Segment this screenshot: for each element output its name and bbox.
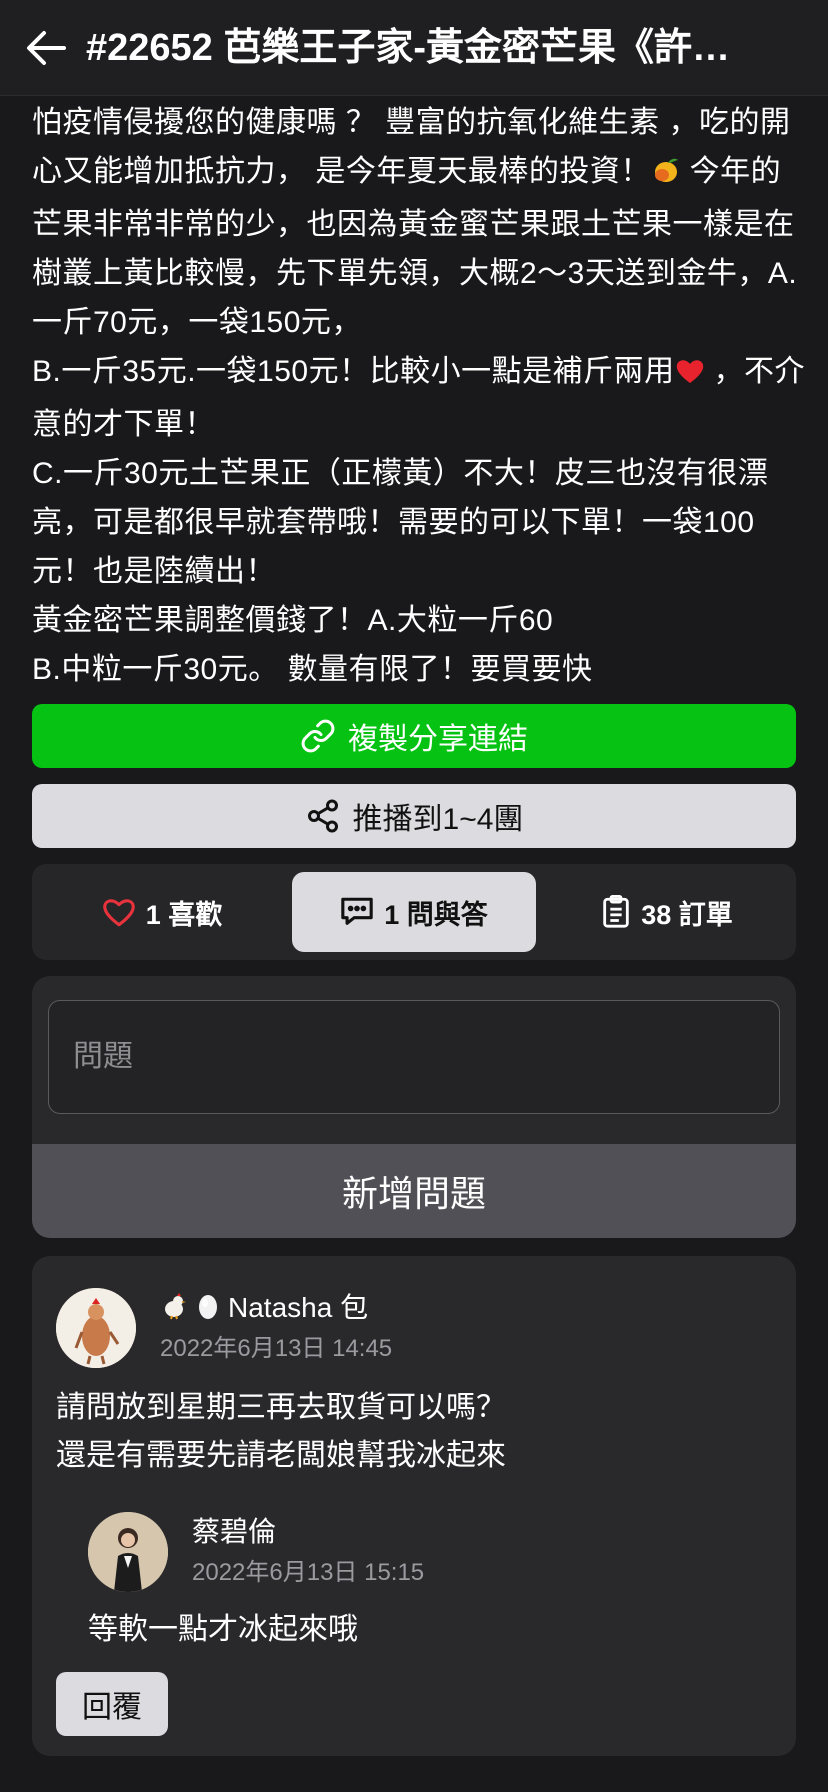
- qa-thread: Natasha 包 2022年6月13日 14:45 請問放到星期三再去取貨可以…: [32, 1256, 796, 1756]
- tab-bar: 1 喜歡 1 問與答 38 訂單: [32, 864, 796, 960]
- chat-icon: [341, 897, 373, 925]
- push-to-groups-button[interactable]: 推播到1~4團: [32, 784, 796, 848]
- description-paragraph: 怕疫情侵擾您的健康嗎 ？ 豐富的抗氧化維生素 ，吃的開心又能增加抵抗力， 是今年…: [32, 98, 807, 347]
- clipboard-icon: [603, 895, 629, 928]
- mango-icon: [651, 151, 681, 200]
- tab-likes-label: 1 喜歡: [145, 899, 223, 930]
- heart-icon: [102, 899, 135, 927]
- reply-button[interactable]: 回覆: [56, 1672, 168, 1736]
- tab-qa[interactable]: 1 問與答: [292, 872, 536, 952]
- copy-share-link-button[interactable]: 複製分享連結: [32, 704, 796, 768]
- tab-orders-label: 38 訂單: [641, 899, 733, 930]
- share-icon: [307, 799, 338, 833]
- question-line: 請問放到星期三再去取貨可以嗎？: [56, 1391, 506, 1424]
- avatar: [88, 1512, 168, 1592]
- top-bar: #22652 芭樂王子家-黃金密芒果《許…: [0, 0, 828, 96]
- reply-author-name: 蔡碧倫: [192, 1516, 277, 1547]
- description-text: B.一斤35元.一袋150元！比較小一點是補斤兩用: [32, 355, 675, 388]
- description-paragraph: B.中粒一斤30元。 數量有限了！要買要快: [32, 653, 593, 686]
- heart-emoji-icon: [675, 351, 705, 400]
- reply-timestamp: 2022年6月13日 15:15: [192, 1559, 425, 1586]
- tab-likes[interactable]: 1 喜歡: [52, 872, 272, 952]
- chicken-icon: [165, 1293, 186, 1320]
- add-question-button[interactable]: 新增問題: [32, 1144, 796, 1238]
- link-icon: [301, 719, 335, 753]
- back-button[interactable]: [24, 26, 72, 70]
- page-title: #22652 芭樂王子家-黃金密芒果《許…: [86, 27, 731, 69]
- egg-icon: [199, 1295, 217, 1319]
- description-paragraph: C.一斤30元土芒果正（正檬黃）不大！皮三也沒有很漂亮，可是都很早就套帶哦！需要…: [32, 457, 769, 588]
- question-text: 請問放到星期三再去取貨可以嗎？ 還是有需要先請老闆娘幫我冰起來: [56, 1384, 756, 1480]
- tab-qa-label: 1 問與答: [384, 899, 488, 930]
- avatar: [56, 1288, 136, 1368]
- question-form: 新增問題: [32, 976, 796, 1238]
- reply-text: 等軟一點才冰起來哦: [88, 1613, 358, 1646]
- question-author: Natasha 包: [160, 1286, 368, 1326]
- copy-share-link-label: 複製分享連結: [348, 723, 528, 756]
- question-input[interactable]: [48, 1000, 780, 1114]
- question-author-name: Natasha 包: [228, 1292, 369, 1323]
- description-paragraph: 黃金密芒果調整價錢了！A.大粒一斤60: [32, 604, 554, 637]
- question-timestamp: 2022年6月13日 14:45: [160, 1335, 393, 1362]
- description-paragraph: B.一斤35元.一袋150元！比較小一點是補斤兩用 ，不介意的才下單！: [32, 347, 807, 449]
- arrow-left-icon: [27, 31, 66, 65]
- product-description: 怕疫情侵擾您的健康嗎 ？ 豐富的抗氧化維生素 ，吃的開心又能增加抵抗力， 是今年…: [32, 98, 807, 694]
- tab-orders[interactable]: 38 訂單: [552, 872, 782, 952]
- question-line: 還是有需要先請老闆娘幫我冰起來: [56, 1439, 506, 1472]
- push-to-groups-label: 推播到1~4團: [352, 803, 524, 836]
